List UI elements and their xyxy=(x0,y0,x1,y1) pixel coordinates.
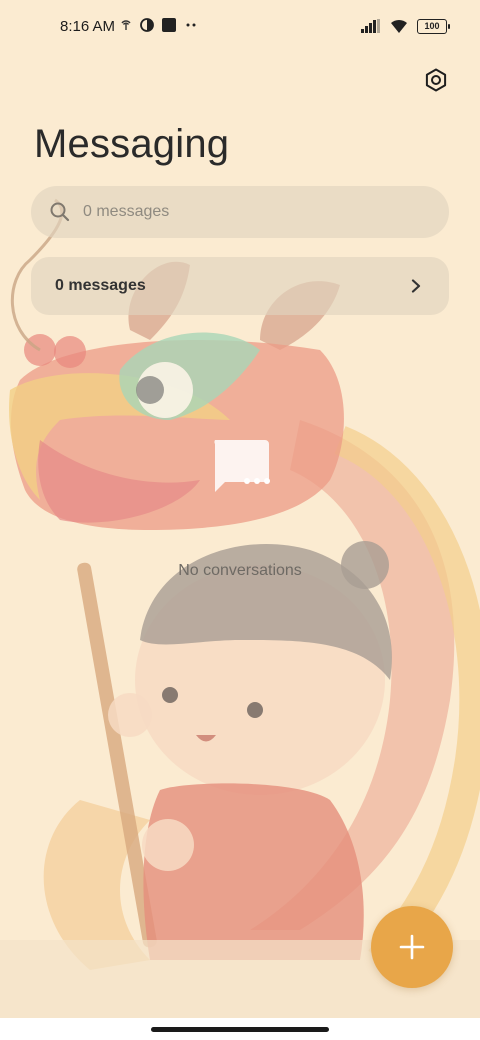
status-bar: 8:16 AM 100 xyxy=(0,0,480,56)
battery-icon: 100 xyxy=(417,18,450,34)
battery-level: 100 xyxy=(417,18,447,34)
settings-button[interactable] xyxy=(420,64,452,96)
messages-summary-row[interactable]: 0 messages xyxy=(31,257,449,315)
signal-icon xyxy=(361,19,380,33)
empty-state-text: No conversations xyxy=(178,562,302,579)
search-icon xyxy=(50,202,70,222)
hotspot-icon xyxy=(121,20,131,30)
empty-state: No conversations xyxy=(0,438,480,580)
page-title: Messaging xyxy=(34,122,230,166)
plus-icon xyxy=(399,934,425,960)
more-notifications-icon xyxy=(186,23,196,27)
messages-summary-label: 0 messages xyxy=(55,277,146,294)
home-indicator[interactable] xyxy=(151,1027,329,1032)
wifi-icon xyxy=(391,19,407,33)
new-message-button[interactable] xyxy=(371,906,453,988)
status-time: 8:16 AM xyxy=(60,18,116,35)
chevron-right-icon xyxy=(411,279,421,293)
data-saver-icon xyxy=(140,18,154,32)
search-bar[interactable]: 0 messages xyxy=(31,186,449,238)
chat-bubble-icon xyxy=(214,440,270,492)
gear-icon xyxy=(425,68,447,92)
search-input[interactable]: 0 messages xyxy=(83,203,169,221)
notification-square-icon xyxy=(162,18,176,32)
